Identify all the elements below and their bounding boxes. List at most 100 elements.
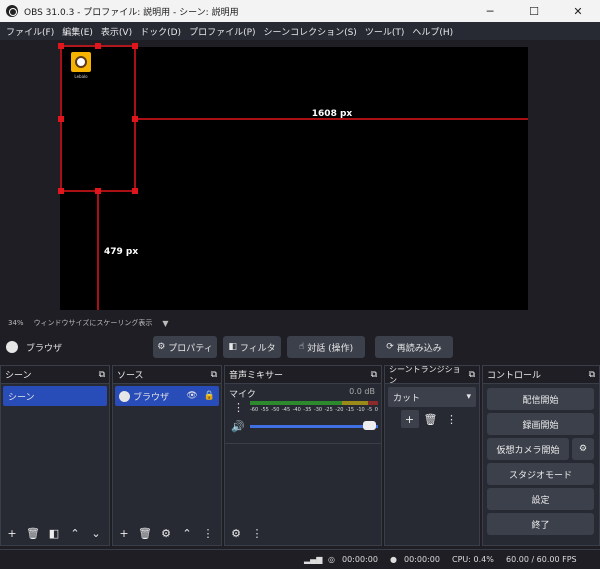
zoom-level: 34%	[8, 319, 24, 327]
undock-icon[interactable]: ⧉	[99, 370, 105, 380]
resize-handle[interactable]	[132, 43, 138, 49]
add-icon[interactable]: +	[115, 524, 133, 542]
chevron-up-icon[interactable]: ⌃	[66, 524, 84, 542]
audio-mixer-dock: 音声ミキサー ⧉ マイク 0.0 dB ⋮ -60 -55 -50 -45 -40 -35-…	[224, 365, 382, 546]
level-meter	[250, 401, 378, 405]
scaling-mode: ウィンドウサイズにスケーリング表示	[33, 319, 153, 327]
meter-ticks: -60 -55 -50 -45 -40 -35 -30 -25 -20 -15 -10 -5 0	[250, 407, 378, 413]
more-icon[interactable]: ⋮	[443, 410, 461, 428]
filter-icon: ◧	[228, 342, 237, 352]
stream-time: 00:00:00	[342, 555, 378, 564]
filters-button[interactable]: ◧ フィルタ	[223, 336, 281, 358]
record-time: 00:00:00	[404, 555, 440, 564]
undock-icon[interactable]: ⧉	[211, 370, 217, 380]
menu-dock[interactable]: ドック(D)	[136, 25, 185, 38]
menu-view[interactable]: 表示(V)	[97, 25, 136, 38]
exit-button[interactable]: 終了	[487, 513, 594, 535]
chevron-up-icon[interactable]: ⌃	[178, 524, 196, 542]
preview-area[interactable]: 1608 px 479 px Lebalo	[0, 40, 600, 316]
chevron-down-icon[interactable]: ⌄	[87, 524, 105, 542]
start-recording-button[interactable]: 録画開始	[487, 413, 594, 435]
source-toolbar: ブラウザ ⚙ プロパティ ◧ フィルタ ☝ 対話 (操作) ⟳ 再読み込み	[0, 332, 600, 362]
source-item[interactable]: ブラウザ 👁 🔒	[115, 386, 219, 406]
avatar-image	[71, 52, 91, 72]
trash-icon[interactable]: 🗑	[136, 524, 154, 542]
properties-button[interactable]: ⚙ プロパティ	[153, 336, 217, 358]
stream-status-icon: ◎	[328, 555, 335, 564]
close-button[interactable]: ✕	[556, 0, 600, 22]
settings-button[interactable]: 設定	[487, 488, 594, 510]
sources-title: ソース	[117, 371, 144, 381]
resize-handle[interactable]	[58, 43, 64, 49]
hand-icon: ☝	[298, 342, 305, 352]
mixer-channel: マイク 0.0 dB ⋮ -60 -55 -50 -45 -40 -35 -30 -25 -20…	[225, 384, 381, 444]
refresh-icon: ⟳	[386, 342, 394, 352]
maximize-button[interactable]: ☐	[512, 0, 556, 22]
record-status-icon: ●	[390, 555, 397, 564]
height-distance-label: 479 px	[104, 247, 138, 257]
chevron-down-icon: ▾	[466, 392, 471, 402]
trash-icon[interactable]: 🗑	[24, 524, 42, 542]
scaling-dropdown-icon[interactable]: ▼	[162, 319, 168, 328]
volume-slider[interactable]	[250, 425, 378, 428]
gear-icon[interactable]: ⚙	[227, 524, 245, 542]
menu-tools[interactable]: ツール(T)	[361, 25, 409, 38]
menu-profile[interactable]: プロファイル(P)	[185, 25, 259, 38]
signal-icon: ▂▄▆	[304, 555, 323, 564]
studio-mode-button[interactable]: スタジオモード	[487, 463, 594, 485]
channel-name: マイク	[229, 390, 256, 400]
lock-icon[interactable]: 🔒	[204, 391, 215, 401]
eye-icon[interactable]: 👁	[186, 391, 197, 401]
trash-icon[interactable]: 🗑	[422, 410, 440, 428]
menu-edit[interactable]: 編集(E)	[58, 25, 97, 38]
scene-item[interactable]: シーン	[3, 386, 107, 406]
undock-icon[interactable]: ⧉	[469, 370, 475, 380]
resize-handle[interactable]	[95, 43, 101, 49]
controls-dock: コントロール ⧉ 配信開始 録画開始 仮想カメラ開始 ⚙ スタジオモード 設定 終…	[482, 365, 600, 546]
virtualcam-gear-icon[interactable]: ⚙	[572, 438, 594, 460]
controls-title: コントロール	[487, 371, 542, 381]
avatar-caption: Lebalo	[74, 74, 88, 79]
sources-dock: ソース ⧉ ブラウザ 👁 🔒 + 🗑 ⚙ ⌃ ⋮	[112, 365, 222, 546]
resize-handle[interactable]	[58, 188, 64, 194]
preview-overlay: 1608 px 479 px	[58, 43, 528, 310]
gear-icon: ⚙	[157, 342, 166, 352]
status-bar: ▂▄▆ ◎ 00:00:00 ● 00:00:00 CPU: 0.4% 60.0…	[0, 549, 600, 569]
transition-select[interactable]: カット ▾	[388, 387, 476, 407]
menu-help[interactable]: ヘルプ(H)	[408, 25, 457, 38]
minimize-button[interactable]: ─	[468, 0, 512, 22]
width-distance-label: 1608 px	[312, 109, 353, 119]
title-bar: OBS 31.0.3 - プロファイル: 説明用 - シーン: 説明用 ─ ☐ …	[0, 0, 600, 22]
channel-level: 0.0 dB	[349, 387, 375, 396]
more-icon[interactable]: ⋮	[248, 524, 266, 542]
undock-icon[interactable]: ⧉	[371, 370, 377, 380]
transitions-title: シーントランジション	[389, 364, 461, 385]
filter-icon[interactable]: ◧	[45, 524, 63, 542]
refresh-button[interactable]: ⟳ 再読み込み	[375, 336, 453, 358]
start-stream-button[interactable]: 配信開始	[487, 388, 594, 410]
add-icon[interactable]: +	[3, 524, 21, 542]
undock-icon[interactable]: ⧉	[589, 370, 595, 380]
scenes-title: シーン	[5, 371, 32, 381]
volume-slider-handle[interactable]	[363, 421, 376, 430]
cpu-usage: CPU: 0.4%	[452, 555, 494, 564]
fps-readout: 60.00 / 60.00 FPS	[506, 555, 577, 564]
preview-scale-bar: 34% ウィンドウサイズにスケーリング表示 ▼	[0, 316, 600, 330]
selected-source-label: ブラウザ	[26, 344, 63, 354]
more-icon[interactable]: ⋮	[199, 524, 217, 542]
resize-handle[interactable]	[132, 188, 138, 194]
scene-transitions-dock: シーントランジション ⧉ カット ▾ + 🗑 ⋮	[384, 365, 480, 546]
menu-scene-collection[interactable]: シーンコレクション(S)	[260, 25, 361, 38]
gear-icon[interactable]: ⚙	[157, 524, 175, 542]
browser-source-icon	[6, 341, 18, 353]
interact-button[interactable]: ☝ 対話 (操作)	[287, 336, 365, 358]
add-icon[interactable]: +	[400, 410, 419, 428]
resize-handle[interactable]	[58, 116, 64, 122]
more-icon[interactable]: ⋮	[233, 401, 244, 414]
browser-source-icon	[119, 390, 130, 402]
menu-file[interactable]: ファイル(F)	[2, 25, 58, 38]
start-virtualcam-button[interactable]: 仮想カメラ開始	[487, 438, 569, 460]
speaker-icon[interactable]: 🔊	[231, 420, 245, 433]
window-title: OBS 31.0.3 - プロファイル: 説明用 - シーン: 説明用	[24, 7, 239, 18]
menu-bar: ファイル(F) 編集(E) 表示(V) ドック(D) プロファイル(P) シーン…	[0, 22, 600, 40]
